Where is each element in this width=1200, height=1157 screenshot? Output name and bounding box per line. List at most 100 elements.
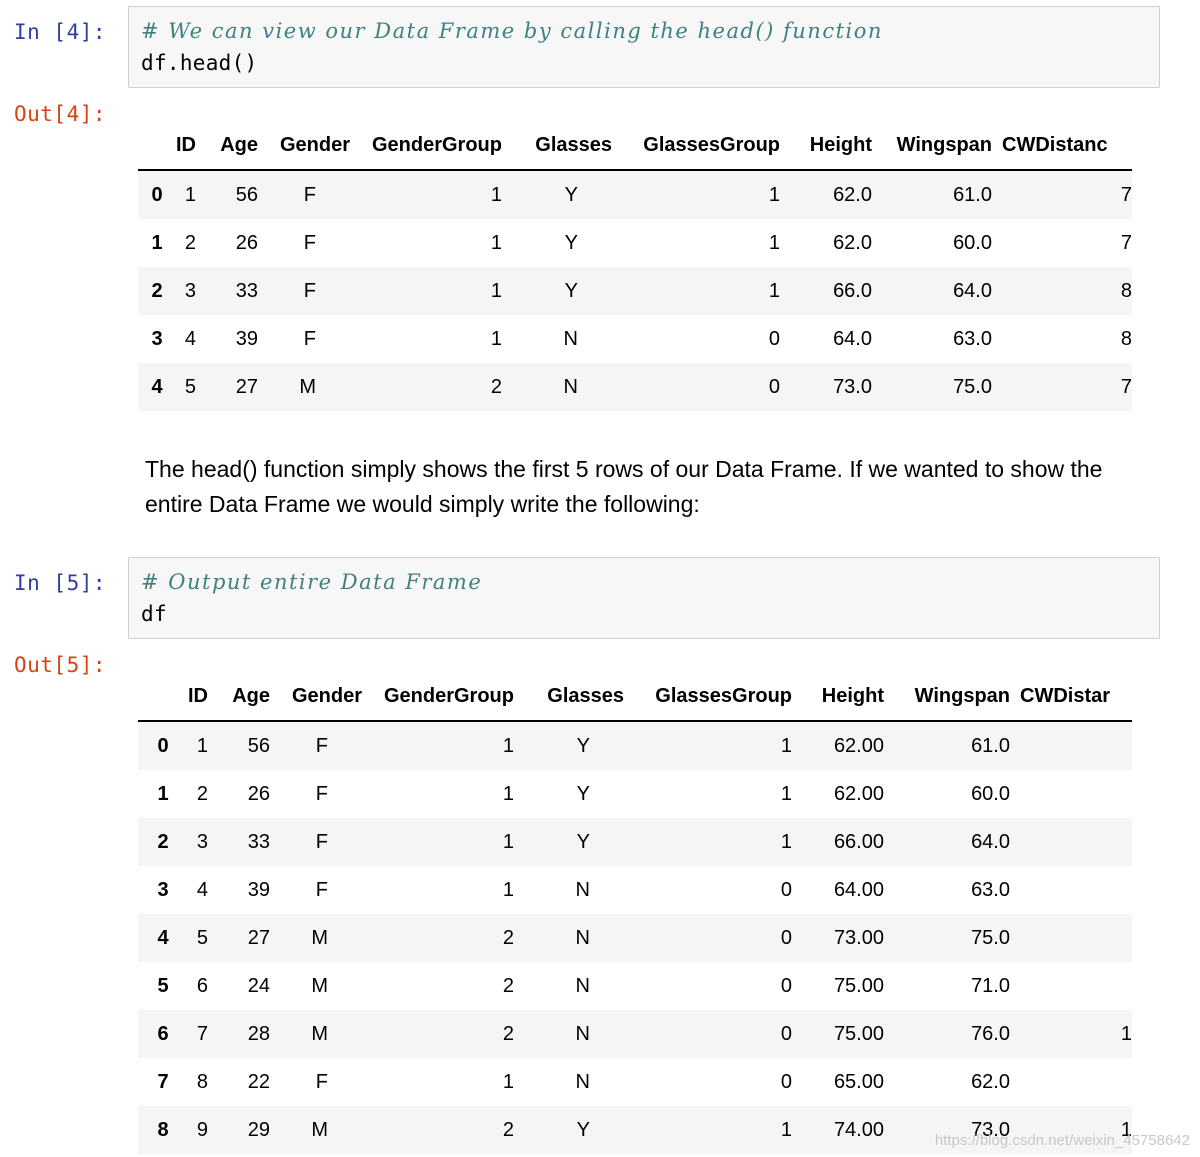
row-index: 4 [151, 375, 163, 398]
column-header [138, 672, 188, 721]
table-cell [1020, 770, 1132, 818]
table-cell: 1 [768, 279, 780, 302]
column-header [138, 121, 176, 170]
table-cell: 8 [1120, 327, 1132, 350]
input-prompt-4: In [4]: [14, 20, 107, 44]
table-cell: F [303, 279, 316, 302]
table-cell: 2 [184, 231, 196, 254]
table-cell: 75.00 [833, 1022, 884, 1045]
table-cell: 61.0 [953, 183, 992, 206]
column-header: Wingspan [896, 133, 992, 156]
column-header: Gender [279, 133, 350, 156]
table-row: 2 3 33 F 1 Y 1 66.00 64.0 [138, 818, 1132, 866]
row-index: 5 [157, 974, 169, 997]
table-cell: Y [564, 279, 578, 302]
code-cell-5[interactable]: # Output entire Data Frame df [128, 557, 1160, 639]
table-cell: 2 [502, 1022, 514, 1045]
table-cell: 1 [502, 734, 514, 757]
table-cell: 1 [502, 1070, 514, 1093]
code-cell-4[interactable]: # We can view our Data Frame by calling … [128, 6, 1160, 88]
table-cell: 0 [768, 375, 780, 398]
table-cell: 56 [247, 734, 270, 757]
table-cell: 27 [235, 375, 258, 398]
output-prompt-4: Out[4]: [14, 102, 107, 126]
table-row: 7 8 22 F 1 N 0 65.00 62.0 [138, 1058, 1132, 1106]
table-cell: 29 [247, 1118, 270, 1141]
table-cell: N [575, 974, 590, 997]
table-cell: 5 [184, 375, 196, 398]
table-cell: 7 [1120, 231, 1132, 254]
table-cell: F [303, 183, 316, 206]
input-prompt-5: In [5]: [14, 571, 107, 595]
table-cell: 66.0 [833, 279, 872, 302]
table-cell: 73.00 [833, 926, 884, 949]
table-cell [1020, 1058, 1132, 1106]
table-cell: N [563, 375, 578, 398]
table-cell [1020, 818, 1132, 866]
table-cell: 61.0 [971, 734, 1010, 757]
table-cell: 2 [502, 926, 514, 949]
table-row: 4 5 27 M 2 N 0 73.00 75.0 [138, 914, 1132, 962]
table-cell: 2 [196, 782, 208, 805]
table-cell: F [303, 231, 316, 254]
table-cell: 71.0 [971, 974, 1010, 997]
table-cell: 26 [235, 231, 258, 254]
table-cell: 75.00 [833, 974, 884, 997]
column-header: GlassesGroup [643, 133, 780, 156]
row-index: 2 [157, 830, 169, 853]
row-index: 0 [157, 734, 169, 757]
table-cell: 28 [247, 1022, 270, 1045]
table-cell: N [575, 1022, 590, 1045]
table-cell: 64.0 [971, 830, 1010, 853]
table-cell: 1 [490, 231, 502, 254]
table-cell [1020, 962, 1132, 1010]
row-index: 6 [157, 1022, 169, 1045]
table-cell: 7 [1120, 183, 1132, 206]
table-cell: F [315, 734, 328, 757]
dataframe-table: ID Age Gender GenderGroup Glasses GlassesGrou… [138, 672, 1132, 1154]
watermark: https://blog.csdn.net/weixin_45758642 [934, 1132, 1190, 1149]
column-header: Age [220, 133, 258, 156]
table-cell: 5 [196, 926, 208, 949]
column-header: Gender [291, 684, 362, 707]
row-index: 3 [157, 878, 169, 901]
table-cell: F [303, 327, 316, 350]
table-cell: M [299, 375, 316, 398]
code-text: df [141, 602, 167, 626]
table-cell: 1 [502, 782, 514, 805]
table-cell: 0 [780, 974, 792, 997]
table-row: 1 2 26 F 1 Y 1 62.0 60.0 7 [138, 219, 1132, 267]
table-cell: M [311, 1118, 328, 1141]
table-cell: 60.0 [971, 782, 1010, 805]
row-index: 4 [157, 926, 169, 949]
table-cell: 1 [780, 830, 792, 853]
table-row: 4 5 27 M 2 N 0 73.0 75.0 7 [138, 363, 1132, 411]
column-header: CWDistar [1020, 684, 1111, 707]
table-cell: 33 [235, 279, 258, 302]
table-cell: 63.0 [971, 878, 1010, 901]
table-row: 3 4 39 F 1 N 0 64.00 63.0 [138, 866, 1132, 914]
table-cell: 2 [490, 375, 502, 398]
table-row: 0 1 56 F 1 Y 1 62.0 61.0 7 [138, 170, 1132, 219]
table-cell: Y [564, 183, 578, 206]
table-cell: 26 [247, 782, 270, 805]
table-header-row: ID Age Gender GenderGroup Glasses GlassesGrou… [138, 672, 1132, 721]
table-cell: 1 [780, 1118, 792, 1141]
table-cell: 24 [247, 974, 270, 997]
table-cell: 0 [780, 1022, 792, 1045]
row-index: 7 [157, 1070, 169, 1093]
table-cell: 39 [235, 327, 258, 350]
column-header: ID [188, 684, 208, 707]
table-cell: N [575, 926, 590, 949]
table-cell: 1 [768, 183, 780, 206]
column-header: Wingspan [914, 684, 1010, 707]
table-cell: 3 [196, 830, 208, 853]
table-cell: 9 [196, 1118, 208, 1141]
table-cell: F [315, 782, 328, 805]
column-header: CWDistanc [1002, 133, 1108, 156]
table-cell: 4 [196, 878, 208, 901]
table-cell: Y [564, 231, 578, 254]
table-cell: 0 [780, 926, 792, 949]
table-cell: 64.0 [953, 279, 992, 302]
table-cell: Y [576, 1118, 590, 1141]
